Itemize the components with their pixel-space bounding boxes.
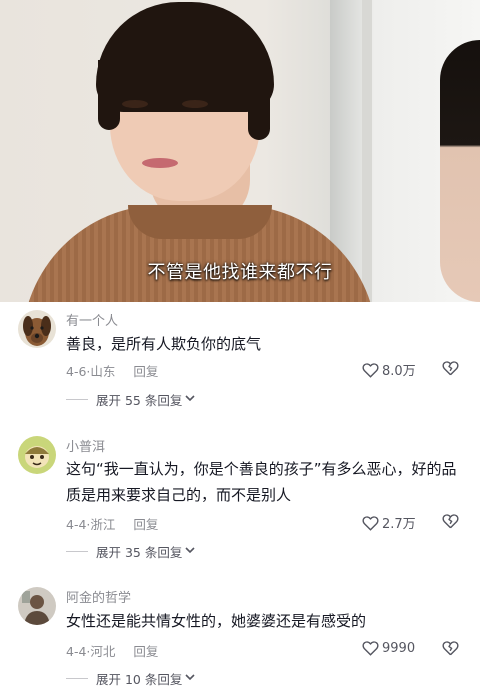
heart-icon (362, 362, 379, 378)
broken-heart-icon[interactable] (442, 360, 459, 376)
comment-username[interactable]: 小普洱 (66, 436, 105, 455)
expand-replies-button[interactable]: 展开 55 条回复 (66, 390, 195, 409)
comment-location: 河北 (90, 644, 116, 659)
broken-heart-icon[interactable] (442, 513, 459, 529)
chevron-down-icon (185, 673, 195, 684)
door-frame (362, 0, 372, 302)
comment-text: 这句“我一直认为，你是个善良的孩子”有多么恶心，好的品质是用来要求自己的，而不是… (66, 460, 457, 504)
reply-button[interactable]: 回复 (133, 364, 158, 379)
like-count: 9990 (382, 640, 416, 656)
comment-text: 善良，是所有人欺负你的底气 (66, 335, 262, 353)
hair-side (248, 60, 270, 140)
dog-avatar-icon[interactable] (18, 310, 56, 348)
comment-meta: 4-6·山东 回复 (66, 364, 159, 379)
expand-replies-label: 展开 35 条回复 (96, 545, 183, 560)
like-count: 2.7万 (382, 517, 416, 532)
expand-replies-label: 展开 10 条回复 (96, 672, 183, 687)
lips (142, 158, 178, 168)
comment-meta: 4-4·河北 回复 (66, 644, 159, 659)
like-count: 8.0万 (382, 364, 416, 379)
chevron-down-icon (185, 394, 195, 405)
comment-date: 4-4 (66, 517, 87, 532)
like-button[interactable]: 8.0万 (362, 360, 416, 379)
cartoon-avatar-icon[interactable] (18, 436, 56, 474)
video-frame[interactable]: 不管是他找谁来都不行 (0, 0, 480, 302)
expand-replies-label: 展开 55 条回复 (96, 393, 183, 408)
comment-location: 山东 (90, 364, 116, 379)
heart-icon (362, 515, 379, 531)
expand-replies-button[interactable]: 展开 10 条回复 (66, 669, 195, 688)
comment-item: 小普洱 这句“我一直认为，你是个善良的孩子”有多么恶心，好的品质是用来要求自己的… (0, 428, 480, 568)
collar (128, 205, 272, 239)
like-button[interactable]: 2.7万 (362, 513, 416, 532)
like-button[interactable]: 9990 (362, 640, 415, 656)
expand-replies-button[interactable]: 展开 35 条回复 (66, 542, 195, 561)
comment-date: 4-4 (66, 644, 87, 659)
comment-meta: 4-4·浙江 回复 (66, 517, 159, 532)
divider (66, 551, 88, 552)
comment-text: 女性还是能共情女性的，她婆婆还是有感受的 (66, 612, 367, 630)
comment-date: 4-6 (66, 364, 87, 379)
reply-button[interactable]: 回复 (133, 644, 158, 659)
comment-item: 阿金的哲学 女性还是能共情女性的，她婆婆还是有感受的 4-4·河北 回复 999… (0, 580, 480, 692)
video-subtitle: 不管是他找谁来都不行 (147, 262, 333, 283)
eye (182, 100, 208, 108)
divider (66, 399, 88, 400)
comment-username[interactable]: 阿金的哲学 (66, 587, 131, 606)
comment-location: 浙江 (90, 517, 116, 532)
hair-side (98, 60, 120, 130)
reply-button[interactable]: 回复 (133, 517, 158, 532)
comment-item: 有一个人 善良，是所有人欺负你的底气 4-6·山东 回复 8.0万 展开 55 … (0, 302, 480, 420)
chevron-down-icon (185, 546, 195, 557)
eye (122, 100, 148, 108)
broken-heart-icon[interactable] (442, 640, 459, 656)
divider (66, 678, 88, 679)
heart-icon (362, 640, 379, 656)
comment-username[interactable]: 有一个人 (66, 310, 118, 329)
person-avatar-icon[interactable] (18, 587, 56, 625)
